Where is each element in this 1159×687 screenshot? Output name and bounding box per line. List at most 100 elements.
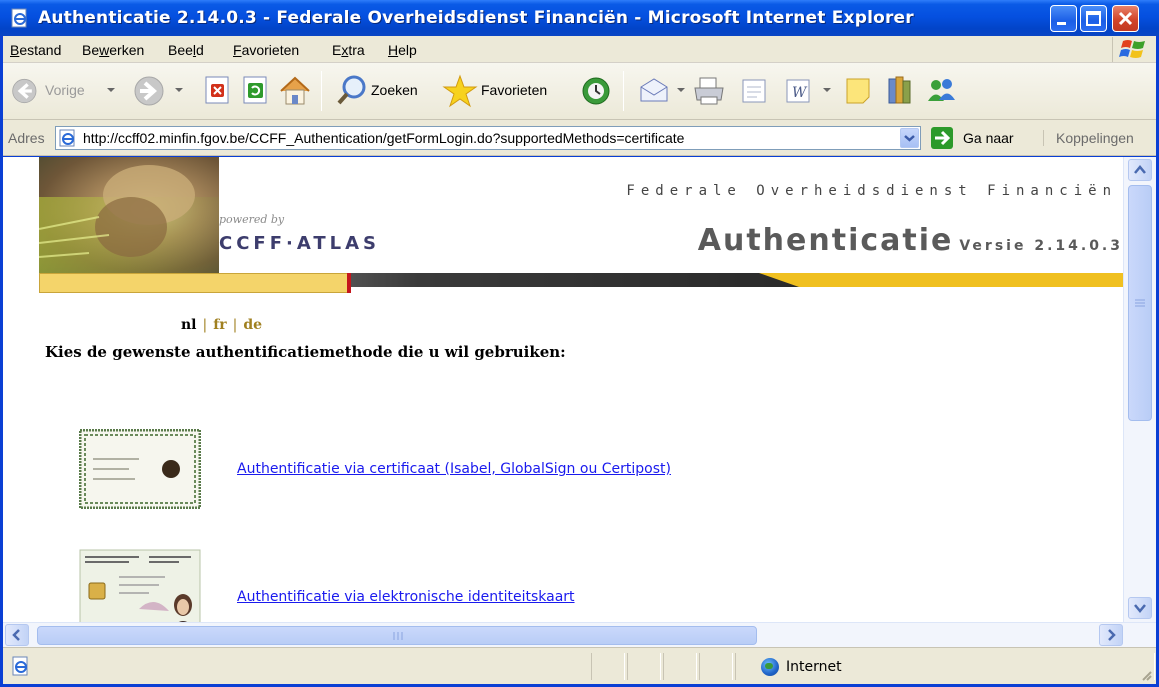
status-pane xyxy=(663,653,697,680)
vertical-scrollbar[interactable] xyxy=(1123,157,1156,622)
research-icon[interactable] xyxy=(883,73,917,109)
language-strip xyxy=(39,273,349,293)
windows-flag-icon xyxy=(1119,40,1145,58)
lang-de[interactable]: de xyxy=(243,317,262,333)
close-button[interactable] xyxy=(1112,5,1139,32)
content-viewport: powered by CCFF·ATLAS Federale Overheids… xyxy=(3,157,1156,647)
messenger-icon[interactable] xyxy=(923,73,959,109)
chevron-down-icon xyxy=(1134,604,1146,613)
back-icon[interactable] xyxy=(11,73,41,109)
status-pane xyxy=(699,653,733,680)
menu-bestand[interactable]: Bestand xyxy=(10,42,61,58)
grip-icon xyxy=(393,632,403,640)
search-icon[interactable] xyxy=(335,73,369,109)
agency-name: Federale Overheidsdienst Financiën xyxy=(626,183,1117,199)
refresh-icon[interactable] xyxy=(239,73,273,109)
status-pane xyxy=(591,653,625,680)
stop-icon[interactable] xyxy=(201,73,235,109)
history-icon[interactable] xyxy=(579,73,613,109)
search-button-label[interactable]: Zoeken xyxy=(371,82,418,98)
page-heading: Kies de gewenste authentificatiemethode … xyxy=(45,343,566,361)
toolbar-separator xyxy=(321,71,322,111)
vertical-scroll-thumb[interactable] xyxy=(1128,185,1152,421)
favorites-button-label[interactable]: Favorieten xyxy=(481,82,547,98)
word-icon[interactable]: W xyxy=(781,73,815,109)
status-bar: Internet xyxy=(3,647,1156,684)
ie-page-icon xyxy=(11,8,27,28)
zone-label: Internet xyxy=(786,659,842,675)
ie-page-icon xyxy=(12,656,28,676)
home-icon[interactable] xyxy=(277,73,313,109)
close-icon xyxy=(1118,11,1133,26)
eid-card-image[interactable] xyxy=(79,549,201,622)
lang-fr[interactable]: fr xyxy=(213,317,226,333)
address-label: Adres xyxy=(8,130,45,146)
header-banner: powered by CCFF·ATLAS Federale Overheids… xyxy=(39,157,1123,293)
forward-dropdown-caret[interactable] xyxy=(175,88,183,92)
address-input[interactable]: http://ccff02.minfin.fgov.be/CCFF_Authen… xyxy=(55,126,921,150)
scroll-right-button[interactable] xyxy=(1099,624,1123,646)
lang-separator: | xyxy=(232,317,238,333)
atlas-statue-image xyxy=(39,157,219,273)
app-version: Versie 2.14.0.3 xyxy=(959,238,1123,254)
chevron-down-icon xyxy=(904,135,915,142)
edit-icon[interactable] xyxy=(737,73,771,109)
back-button-label[interactable]: Vorige xyxy=(45,82,85,98)
title-bar[interactable]: Authenticatie 2.14.0.3 - Federale Overhe… xyxy=(0,0,1159,36)
menu-extra[interactable]: Extra xyxy=(332,42,365,58)
certificate-image[interactable] xyxy=(79,429,201,509)
ccff-atlas-logo: CCFF·ATLAS xyxy=(219,233,381,254)
scroll-up-button[interactable] xyxy=(1128,159,1152,181)
powered-by-label: powered by xyxy=(219,213,285,226)
note-icon[interactable] xyxy=(841,73,875,109)
mail-dropdown-caret[interactable] xyxy=(677,88,685,92)
minimize-button[interactable] xyxy=(1050,5,1077,32)
horizontal-scroll-thumb[interactable] xyxy=(37,626,757,645)
favorites-star-icon[interactable] xyxy=(441,73,479,109)
standard-toolbar: Vorige Zoeken Favorieten W xyxy=(3,63,1156,120)
resize-grip-icon[interactable] xyxy=(1139,668,1153,682)
address-dropdown-button[interactable] xyxy=(900,128,919,148)
app-title-text: Authenticatie xyxy=(697,223,954,258)
lang-nl[interactable]: nl xyxy=(181,317,197,333)
back-dropdown-caret[interactable] xyxy=(107,88,115,92)
ie-page-icon xyxy=(59,129,75,147)
menu-favorieten[interactable]: Favorieten xyxy=(233,42,299,58)
language-selector: nl | fr | de xyxy=(181,317,262,333)
menu-help[interactable]: Help xyxy=(388,42,417,58)
horizontal-scrollbar[interactable] xyxy=(3,622,1156,647)
mail-icon[interactable] xyxy=(637,73,671,109)
scroll-left-button[interactable] xyxy=(5,624,29,646)
eid-login-link[interactable]: Authentificatie via elektronische identi… xyxy=(237,589,575,605)
web-page: powered by CCFF·ATLAS Federale Overheids… xyxy=(3,157,1123,622)
toolbar-separator xyxy=(623,71,624,111)
chevron-right-icon xyxy=(1108,629,1116,641)
grip-icon xyxy=(1135,299,1145,307)
browser-window: Authenticatie 2.14.0.3 - Federale Overhe… xyxy=(0,0,1159,687)
certificate-login-link[interactable]: Authentificatie via certificaat (Isabel,… xyxy=(237,461,671,477)
internet-zone-icon xyxy=(761,658,779,676)
address-bar: Adres http://ccff02.minfin.fgov.be/CCFF_… xyxy=(3,120,1156,156)
address-url[interactable]: http://ccff02.minfin.fgov.be/CCFF_Authen… xyxy=(83,130,893,146)
go-button-label: Ga naar xyxy=(963,130,1014,146)
menu-bewerken[interactable]: Bewerken xyxy=(82,42,144,58)
svg-text:W: W xyxy=(792,85,808,101)
print-icon[interactable] xyxy=(691,73,727,109)
chevron-left-icon xyxy=(12,629,20,641)
menu-bar: Bestand Bewerken Beeld Favorieten Extra … xyxy=(3,36,1156,63)
maximize-button[interactable] xyxy=(1080,5,1107,32)
app-title: Authenticatie Versie 2.14.0.3 xyxy=(698,223,1123,258)
windows-logo xyxy=(1112,37,1152,62)
window-title: Authenticatie 2.14.0.3 - Federale Overhe… xyxy=(38,8,914,28)
edit-dropdown-caret[interactable] xyxy=(823,88,831,92)
lang-separator: | xyxy=(202,317,208,333)
scroll-down-button[interactable] xyxy=(1128,597,1152,619)
menu-beeld[interactable]: Beeld xyxy=(168,42,204,58)
links-toolbar[interactable]: Koppelingen xyxy=(1043,130,1134,146)
go-arrow-icon xyxy=(931,127,953,149)
forward-icon[interactable] xyxy=(131,73,167,109)
go-button[interactable]: Ga naar xyxy=(929,127,1029,149)
chevron-up-icon xyxy=(1134,165,1146,174)
maximize-icon xyxy=(1086,11,1101,26)
minimize-icon xyxy=(1057,22,1066,25)
